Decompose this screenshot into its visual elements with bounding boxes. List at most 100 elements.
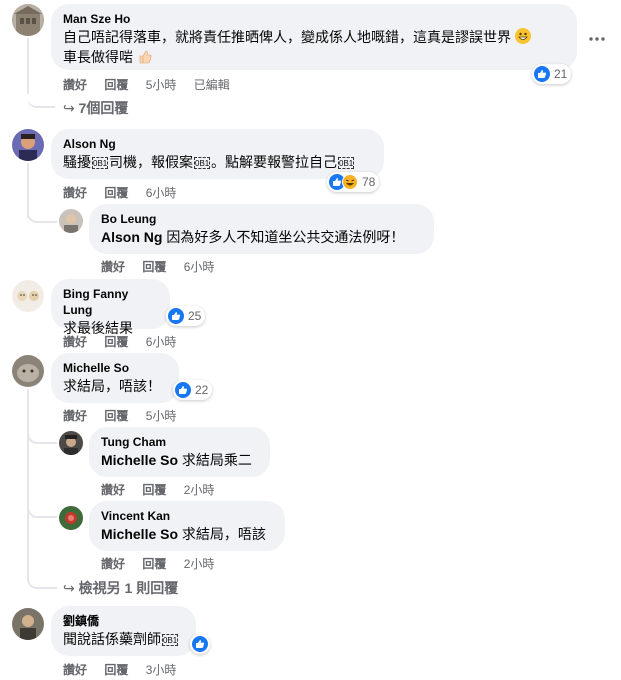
reply-bubble: Tung Cham Michelle So 求結局乘二	[89, 427, 270, 477]
reaction-count: 21	[554, 67, 568, 81]
avatar[interactable]	[12, 355, 44, 387]
reply-button[interactable]: 回覆	[104, 663, 128, 677]
like-reaction-icon	[192, 636, 208, 652]
reply-bubble: Bo Leung Alson Ng 因為好多人不知道坐公共交通法例呀！	[89, 204, 434, 254]
thread-connector	[27, 90, 55, 108]
reply-bubble: Vincent Kan Michelle So 求結局，唔該	[89, 501, 285, 551]
reply-timestamp[interactable]: 2小時	[184, 557, 215, 571]
reply-arrow-icon: ↪	[63, 580, 75, 596]
reply-actions: 讚好 回覆 6小時	[101, 258, 228, 275]
avatar[interactable]	[12, 280, 44, 312]
avatar[interactable]	[59, 431, 83, 455]
comment-author[interactable]: Michelle So	[63, 360, 167, 376]
reply-button[interactable]: 回覆	[104, 186, 128, 200]
more-options-button[interactable]	[588, 30, 606, 48]
like-button[interactable]: 讚好	[63, 409, 87, 423]
avatar[interactable]	[12, 4, 44, 36]
reply-button[interactable]: 回覆	[104, 409, 128, 423]
avatar-image	[12, 608, 44, 640]
mention-link[interactable]: Michelle So	[101, 452, 178, 468]
reaction-summary[interactable]: 78	[327, 172, 380, 192]
thread-connector	[27, 205, 57, 223]
reply-author[interactable]: Vincent Kan	[101, 508, 273, 524]
reply-button[interactable]: 回覆	[142, 483, 166, 497]
unknown-emoji-icon: 0B1	[338, 157, 354, 170]
reply-button[interactable]: 回覆	[104, 78, 128, 92]
unknown-emoji-icon: 0B1	[92, 157, 108, 170]
comment-timestamp[interactable]: 3小時	[146, 663, 177, 677]
reply-button[interactable]: 回覆	[142, 557, 166, 571]
comment-actions: 讚好 回覆 6小時	[63, 184, 190, 201]
thread-connector	[27, 500, 57, 518]
avatar-image	[12, 280, 44, 312]
comment-text: 求結局，唔該！	[63, 378, 161, 394]
like-button[interactable]: 讚好	[101, 557, 125, 571]
like-button[interactable]: 讚好	[101, 483, 125, 497]
edited-label: 已編輯	[193, 78, 230, 92]
comment-text: 聞說話係藥劑師 0B1	[63, 631, 178, 647]
like-button[interactable]: 讚好	[63, 335, 87, 349]
like-reaction-icon	[175, 382, 191, 398]
like-button[interactable]: 讚好	[63, 663, 87, 677]
reaction-count: 25	[188, 309, 202, 323]
mention-link[interactable]: Alson Ng	[101, 229, 162, 245]
avatar-image	[12, 129, 44, 161]
reply-text: Michelle So 求結局，唔該	[101, 526, 266, 542]
comment-bubble: Bing Fanny Lung 求最後結果	[51, 279, 170, 336]
reaction-summary[interactable]	[190, 634, 210, 654]
ellipsis-icon	[589, 37, 605, 41]
unknown-emoji-icon: 0B1	[194, 157, 210, 170]
comment-actions: 讚好 回覆 3小時	[63, 661, 190, 678]
like-reaction-icon	[168, 308, 184, 324]
reaction-summary[interactable]: 25	[166, 306, 206, 326]
reply-actions: 讚好 回覆 2小時	[101, 481, 228, 498]
reply-button[interactable]: 回覆	[104, 335, 128, 349]
comment-timestamp[interactable]: 6小時	[146, 335, 177, 349]
comment-author[interactable]: Bing Fanny Lung	[63, 286, 158, 318]
reaction-count: 78	[362, 175, 376, 189]
reply-timestamp[interactable]: 6小時	[184, 260, 215, 274]
like-reaction-icon	[534, 66, 550, 82]
comment-author[interactable]: 劉鎮僑	[63, 613, 184, 629]
reaction-count: 22	[195, 383, 209, 397]
avatar-image	[59, 506, 83, 530]
reply-author[interactable]: Tung Cham	[101, 434, 258, 450]
reply-timestamp[interactable]: 2小時	[184, 483, 215, 497]
like-button[interactable]: 讚好	[63, 78, 87, 92]
comment-actions: 讚好 回覆 5小時	[63, 407, 190, 424]
avatar-image	[59, 209, 83, 233]
comment-timestamp[interactable]: 5小時	[146, 78, 177, 92]
view-replies-link[interactable]: ↪ 7個回覆	[63, 98, 128, 118]
comment-author[interactable]: Man Sze Ho	[63, 11, 565, 27]
unknown-emoji-icon: 0B1	[162, 634, 178, 647]
avatar-image	[59, 431, 83, 455]
comment-text-line2: 車長做得啱	[63, 49, 133, 65]
thread-connector	[27, 571, 57, 589]
reaction-summary[interactable]: 21	[532, 64, 572, 84]
avatar[interactable]	[59, 209, 83, 233]
reply-text: Alson Ng 因為好多人不知道坐公共交通法例呀！	[101, 229, 405, 245]
avatar[interactable]	[59, 506, 83, 530]
comment-bubble: 劉鎮僑 聞說話係藥劑師 0B1	[51, 606, 196, 656]
like-button[interactable]: 讚好	[63, 186, 87, 200]
avatar[interactable]	[12, 129, 44, 161]
avatar-building-image	[12, 4, 44, 36]
reply-button[interactable]: 回覆	[142, 260, 166, 274]
haha-reaction-icon	[342, 174, 358, 190]
comment-actions: 讚好 回覆 6小時	[63, 333, 190, 350]
comment-bubble: Michelle So 求結局，唔該！	[51, 353, 179, 403]
reply-arrow-icon: ↪	[63, 100, 75, 116]
like-button[interactable]: 讚好	[101, 260, 125, 274]
reply-author[interactable]: Bo Leung	[101, 211, 422, 227]
comment-timestamp[interactable]: 5小時	[146, 409, 177, 423]
avatar[interactable]	[12, 608, 44, 640]
avatar-image	[12, 355, 44, 387]
thread-line	[27, 38, 29, 94]
comment-author[interactable]: Alson Ng	[63, 136, 372, 152]
view-more-replies-link[interactable]: ↪ 檢視另 1 則回覆	[63, 578, 178, 598]
reaction-summary[interactable]: 22	[173, 380, 213, 400]
reply-actions: 讚好 回覆 2小時	[101, 555, 228, 572]
comment-text: 自己唔記得落車，就將責任推晒俾人，變成係人地嘅錯，這真是謬誤世界	[63, 27, 565, 47]
mention-link[interactable]: Michelle So	[101, 526, 178, 542]
comment-timestamp[interactable]: 6小時	[146, 186, 177, 200]
